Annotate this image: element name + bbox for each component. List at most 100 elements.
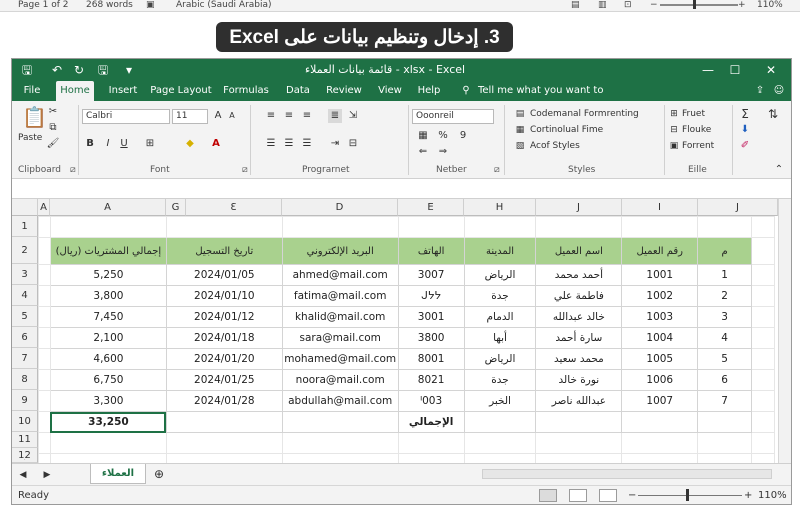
- row-header[interactable]: 11: [12, 432, 38, 448]
- grid-cell[interactable]: [38, 216, 51, 238]
- grid-cell[interactable]: [281, 432, 399, 454]
- grid-cell[interactable]: [38, 285, 51, 307]
- cell-phone[interactable]: 3001: [397, 306, 465, 328]
- column-header[interactable]: D: [282, 199, 398, 216]
- delete-cells-button[interactable]: Flouke: [682, 125, 711, 135]
- worksheet-grid[interactable]: إجمالي المشتريات (ريال) تاريخ التسجيل ال…: [38, 216, 775, 475]
- orientation-icon[interactable]: ≣: [328, 109, 342, 123]
- scroll-left-icon[interactable]: ◀: [18, 468, 28, 482]
- zoom-in-button[interactable]: +: [738, 0, 746, 10]
- column-header[interactable]: A: [38, 199, 50, 216]
- sort-filter-icon[interactable]: ⇅: [764, 107, 782, 121]
- row-header[interactable]: 9: [12, 390, 38, 411]
- increase-decimal-icon[interactable]: ⇐: [416, 145, 430, 159]
- borders-icon[interactable]: ⊞: [142, 137, 158, 151]
- cell-email[interactable]: sara@mail.com: [281, 327, 399, 349]
- header-customer-name[interactable]: اسم العميل: [535, 237, 623, 265]
- clipboard-launcher-icon[interactable]: ⧄: [70, 165, 76, 175]
- cut-icon[interactable]: ✂: [46, 105, 60, 119]
- row-header[interactable]: 6: [12, 327, 38, 348]
- grid-cell[interactable]: [697, 216, 753, 238]
- grid-cell[interactable]: [38, 237, 51, 265]
- row-header[interactable]: 7: [12, 348, 38, 369]
- cell-customer-id[interactable]: 1007: [621, 390, 699, 412]
- tab-insert[interactable]: Insert: [103, 81, 143, 101]
- cell-city[interactable]: الرياض: [463, 348, 537, 370]
- cell-index[interactable]: 7: [697, 390, 753, 412]
- wrap-text-icon[interactable]: ⇲: [346, 109, 360, 123]
- grid-cell[interactable]: [49, 216, 167, 238]
- grid-cell[interactable]: [165, 411, 283, 433]
- align-middle-icon[interactable]: ≡: [282, 109, 296, 123]
- header-total-purchases[interactable]: إجمالي المشتريات (ريال): [49, 237, 167, 265]
- header-email[interactable]: البريد الإلكتروني: [281, 237, 399, 265]
- row-header[interactable]: 10: [12, 411, 38, 432]
- grid-cell[interactable]: [621, 432, 699, 454]
- cell-customer-id[interactable]: 1001: [621, 264, 699, 286]
- grow-font-icon[interactable]: A: [212, 109, 224, 123]
- accounting-format-icon[interactable]: ▦: [416, 129, 430, 143]
- row-header[interactable]: 3: [12, 264, 38, 285]
- column-header[interactable]: H: [464, 199, 536, 216]
- zoom-slider-knob[interactable]: [686, 489, 689, 501]
- cell-phone[interactable]: 8021: [397, 369, 465, 391]
- grid-cell[interactable]: [463, 432, 537, 454]
- cell-customer-name[interactable]: أحمد محمد: [535, 264, 623, 286]
- zoom-slider-track[interactable]: [638, 495, 742, 496]
- fill-color-icon[interactable]: ◆: [182, 137, 198, 151]
- cell-city[interactable]: الدمام: [463, 306, 537, 328]
- grid-cell[interactable]: [281, 216, 399, 238]
- grid-cell[interactable]: [38, 390, 51, 412]
- word-count[interactable]: 268 words: [86, 0, 133, 10]
- scroll-right-icon[interactable]: ▶: [42, 468, 52, 482]
- merge-center-icon[interactable]: ⊟: [346, 137, 360, 151]
- close-button[interactable]: ✕: [764, 59, 778, 81]
- column-header[interactable]: E: [398, 199, 464, 216]
- format-painter-icon[interactable]: 🖌: [46, 137, 60, 151]
- grid-cell[interactable]: [463, 411, 537, 433]
- proofing-icon[interactable]: ▣: [146, 0, 155, 10]
- row-header[interactable]: 1: [12, 216, 38, 237]
- cell-email[interactable]: fatima@mail.com: [281, 285, 399, 307]
- grid-cell[interactable]: [751, 390, 775, 412]
- align-top-icon[interactable]: ≡: [264, 109, 278, 123]
- row-header[interactable]: 5: [12, 306, 38, 327]
- delete-cells-icon[interactable]: ⊟: [668, 123, 680, 137]
- grid-cell[interactable]: [697, 432, 753, 454]
- grid-cell[interactable]: [535, 411, 623, 433]
- grid-cell[interactable]: [38, 306, 51, 328]
- cell-total-value[interactable]: 33,250: [49, 411, 167, 433]
- grid-cell[interactable]: [751, 237, 775, 265]
- grid-cell[interactable]: [751, 327, 775, 349]
- conditional-formatting-button[interactable]: Codemanal Formrenting: [530, 109, 639, 119]
- cell-total-purchases[interactable]: 4,600: [49, 348, 167, 370]
- print-layout-icon[interactable]: ▥: [598, 0, 607, 10]
- grid-cell[interactable]: [535, 432, 623, 454]
- cell-customer-id[interactable]: 1006: [621, 369, 699, 391]
- zoom-slider-knob[interactable]: [693, 0, 696, 9]
- header-customer-id[interactable]: رقم العميل: [621, 237, 699, 265]
- grid-cell[interactable]: [38, 369, 51, 391]
- grid-cell[interactable]: [751, 411, 775, 433]
- cell-styles-button[interactable]: Acof Styles: [530, 141, 580, 151]
- tab-help[interactable]: Help: [414, 81, 444, 101]
- cell-customer-name[interactable]: سارة أحمد: [535, 327, 623, 349]
- grid-cell[interactable]: [751, 369, 775, 391]
- web-layout-icon[interactable]: ⊡: [624, 0, 632, 10]
- comma-style-button[interactable]: 9: [456, 129, 470, 143]
- format-as-table-button[interactable]: Cortinolual Fime: [530, 125, 603, 135]
- cell-city[interactable]: الرياض: [463, 264, 537, 286]
- language-indicator[interactable]: Arabic (Saudi Arabia): [176, 0, 272, 10]
- indent-icon[interactable]: ⇥: [328, 137, 342, 151]
- align-bottom-icon[interactable]: ≡: [300, 109, 314, 123]
- maximize-button[interactable]: ☐: [728, 59, 742, 81]
- cell-registration-date[interactable]: 2024/01/20: [165, 348, 283, 370]
- quick-access-icon[interactable]: 🖫: [96, 59, 110, 81]
- cell-registration-date[interactable]: 2024/01/05: [165, 264, 283, 286]
- cell-total-purchases[interactable]: 3,800: [49, 285, 167, 307]
- page-break-view-icon[interactable]: [599, 489, 617, 502]
- grid-cell[interactable]: [535, 216, 623, 238]
- cell-registration-date[interactable]: 2024/01/28: [165, 390, 283, 412]
- redo-icon[interactable]: ↻: [72, 59, 86, 81]
- column-header[interactable]: G: [166, 199, 186, 216]
